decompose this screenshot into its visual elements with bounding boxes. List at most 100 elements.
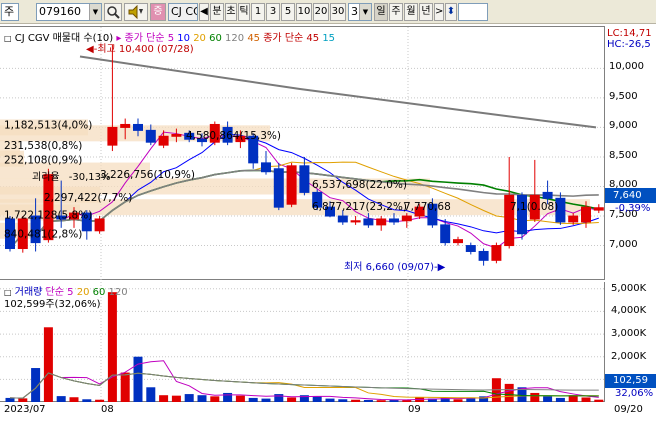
period-5-button[interactable]: 5 (281, 3, 295, 21)
volume-info: 102,599주(32,06%) (4, 299, 101, 310)
price-tick-label: 9,500 (609, 90, 638, 102)
volume-profile-label: 2,297,422(7,7%) (44, 192, 132, 204)
current-price: 7,640 (613, 190, 642, 201)
time-label-start: 2023/07 (4, 404, 46, 415)
period-second-label: 초 (226, 6, 236, 17)
legend-ma-60: 60 (209, 33, 222, 44)
stock-name-field: CJ CC (168, 3, 198, 21)
candle-body (401, 215, 412, 222)
candle-body (376, 218, 387, 226)
prev-arrow-icon[interactable]: ◀ (199, 3, 209, 21)
candle-body (120, 123, 131, 128)
volume-legend-120: 120 (108, 287, 128, 298)
interval-select[interactable]: 3 ▼ (348, 3, 372, 21)
candle-body (453, 239, 463, 244)
period-10-button[interactable]: 10 (296, 3, 312, 21)
candle-body (286, 165, 297, 205)
volume-tick-label: 4,000K (611, 305, 647, 317)
volume-bar (43, 327, 53, 402)
price-tick-label: 7,000 (609, 238, 638, 250)
high-annotation: ◀-최고 10,400 (07/28) (86, 40, 194, 55)
disparity-label: 괴리율 (32, 172, 60, 183)
low-annotation: 최저 6,660 (09/07)-▶ (344, 258, 445, 273)
magnifier-icon[interactable] (104, 3, 122, 21)
candle-body (478, 250, 489, 261)
period-month-label: 월 (406, 6, 416, 17)
speaker-icon[interactable] (124, 3, 148, 21)
left-arrow-icon: ◀- (86, 44, 98, 55)
volume-chart-pane[interactable]: □ 거래량 단순 5 20 60 120 102,599주(32,06%) (0, 282, 604, 402)
time-label-sep: 09 (408, 404, 421, 415)
candle-body (158, 135, 169, 146)
candle-body (261, 162, 271, 173)
period-week-button[interactable]: 주 (389, 3, 403, 21)
volume-bar (274, 394, 284, 402)
chevron-down-icon[interactable]: ▼ (359, 4, 371, 20)
volume-bar (223, 392, 233, 402)
candle-body (491, 245, 502, 261)
next-arrow-icon[interactable]: > (434, 3, 444, 21)
period-day-button[interactable]: 일 (374, 3, 388, 21)
candle-body (389, 218, 399, 223)
period-minute-button[interactable]: 분 (210, 3, 224, 21)
ma120-trend-line (79, 55, 597, 129)
candle-body (145, 129, 156, 143)
time-label-end: 09/20 (614, 404, 643, 415)
candle-body (581, 206, 591, 223)
period-tick-button[interactable]: 틱 (238, 3, 250, 21)
chart-toolbar: 주 079160 ▼ 증 CJ CC ◀ 분 초 틱 1 3 5 10 20 3… (0, 0, 656, 24)
disparity-label-row: 괴리율 -30,13% (32, 168, 111, 183)
candle-body (107, 126, 118, 146)
price-chart-pane[interactable]: 1,182,513(4,0%) 231,538(0,8%) 252,108(0,9%… (0, 26, 604, 281)
price-chart-svg: 1,182,513(4,0%) 231,538(0,8%) 252,108(0,9%… (0, 27, 604, 281)
candle-body (542, 191, 553, 199)
volume-profile-label: 231,538(0,8%) (4, 140, 82, 152)
period-year-button[interactable]: 년 (419, 3, 433, 21)
period-5-label: 5 (284, 6, 292, 17)
period-30-button[interactable]: 30 (330, 3, 346, 21)
legend-bb-label: 종가 단순 45 (263, 33, 320, 44)
chevron-down-icon[interactable]: ▼ (89, 4, 101, 20)
current-price-badge: 7,640 (605, 188, 656, 203)
volume-tick-label: 5,000K (611, 282, 647, 294)
period-month-button[interactable]: 월 (404, 3, 418, 21)
period-3-button[interactable]: 3 (266, 3, 280, 21)
hc-label: HC:-26,5 (607, 39, 651, 50)
volume-profile-label: 7,770,68 (404, 201, 451, 213)
volume-profile-label: 4,580,864(15,3%) (186, 130, 281, 142)
candle-body (273, 168, 284, 208)
stock-code-value: 079160 (39, 5, 81, 18)
price-tick-label: 8,500 (609, 149, 638, 161)
disparity-value: -30,13% (68, 172, 111, 183)
low-annotation-text: 최저 6,660 (09/07) (344, 262, 435, 273)
interval-value: 3 (351, 5, 358, 18)
legend-bb-period: 15 (322, 33, 336, 44)
right-arrow-icon: -▶ (434, 262, 446, 273)
price-type-icon[interactable]: 증 (150, 3, 166, 21)
volume-profile-label: 252,108(0,9%) (4, 154, 82, 166)
period-day-label: 일 (376, 6, 386, 17)
period-1-button[interactable]: 1 (251, 3, 265, 21)
lc-label: LC:14,71 (607, 28, 652, 39)
current-volume-badge: 102,59 (605, 374, 656, 388)
period-second-button[interactable]: 초 (225, 3, 237, 21)
legend-ma-20: 20 (193, 33, 206, 44)
candle-body (363, 218, 374, 226)
count-input[interactable] (458, 3, 488, 21)
legend-ma-120: 120 (225, 33, 245, 44)
volume-tick-label: 2,000K (611, 350, 647, 362)
volume-profile-label: 3,226,756(10,9%) (100, 169, 195, 181)
period-30-label: 30 (331, 6, 345, 17)
volume-bar (530, 392, 540, 402)
high-annotation-text: 최고 10,400 (07/28) (97, 44, 194, 55)
volume-profile-label: 6,877,217(23,2%) (312, 201, 407, 213)
updown-arrow-icon[interactable]: ⬍ (445, 3, 457, 21)
volume-profile-label: 1,182,513(4,0%) (4, 119, 92, 131)
square-icon: □ (4, 34, 12, 43)
current-volume: 102,59 (613, 375, 648, 386)
period-20-button[interactable]: 20 (313, 3, 329, 21)
stock-code-input[interactable]: 079160 ▼ (36, 3, 102, 21)
volume-bar (159, 395, 169, 402)
volume-bar (184, 394, 194, 402)
market-select[interactable]: 주 (1, 3, 19, 21)
